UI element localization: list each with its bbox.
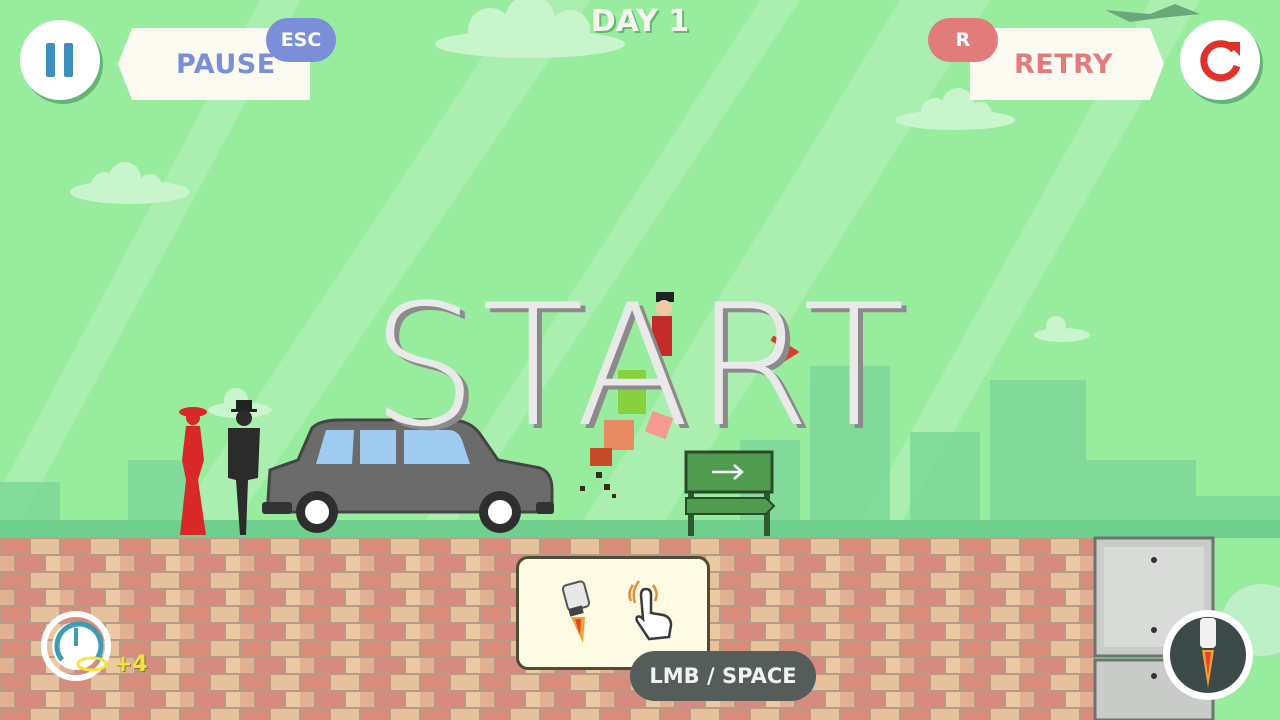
day-title: DAY 1	[590, 4, 690, 39]
start-title: START	[370, 268, 910, 464]
coin-bonus-text: +4	[114, 652, 148, 677]
retry-label: RETRY	[1014, 49, 1114, 80]
pause-button[interactable]	[20, 20, 100, 100]
pause-key-badge: ESC	[266, 18, 336, 62]
retry-button[interactable]	[1180, 20, 1260, 100]
rocket-boost-icon	[561, 580, 591, 643]
tap-hand-icon	[628, 580, 673, 641]
retry-key-badge: R	[928, 18, 998, 62]
speedometer-gauge	[41, 611, 111, 681]
lmb-space-key-label: LMB / SPACE	[630, 651, 816, 701]
retry-icon	[1200, 40, 1241, 82]
pause-label: PAUSE	[176, 49, 276, 80]
pause-icon	[44, 40, 78, 80]
retry-banner[interactable]: RETRY	[970, 28, 1164, 100]
boost-button[interactable]	[1163, 610, 1253, 700]
